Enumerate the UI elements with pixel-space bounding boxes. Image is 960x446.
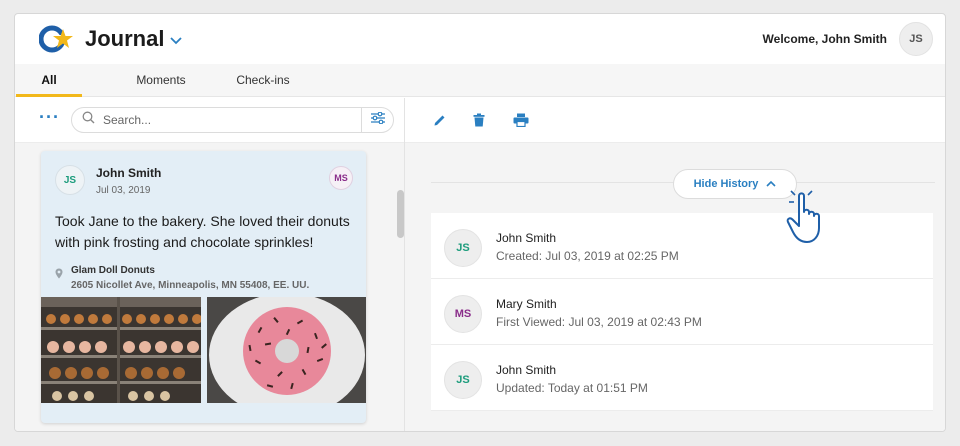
feed-scrollbar[interactable]	[397, 190, 404, 238]
feed-list: JS John Smith Jul 03, 2019 MS Took Jane …	[15, 143, 404, 431]
history-user-name: Mary Smith	[496, 297, 557, 311]
location-name: Glam Doll Donuts	[71, 265, 155, 276]
app-logo	[38, 24, 77, 54]
photo-donut-display-case[interactable]	[41, 297, 202, 403]
history-user-name: John Smith	[496, 231, 557, 245]
filter-button[interactable]	[361, 107, 393, 133]
search-input[interactable]	[103, 113, 323, 127]
print-icon[interactable]	[513, 110, 553, 130]
pointer-hand-icon	[785, 190, 837, 251]
welcome-text: Welcome, John Smith	[762, 32, 887, 46]
chevron-down-icon[interactable]	[170, 33, 183, 48]
author-avatar: JS	[55, 165, 85, 195]
app-title[interactable]: Journal	[85, 26, 164, 52]
entry-detail-pane: Hide History JS John Smith Created: Jul …	[405, 98, 945, 431]
entry-date: Jul 03, 2019	[96, 185, 151, 196]
location-address: 2605 Nicollet Ave, Minneapolis, MN 55408…	[71, 280, 310, 291]
author-name: John Smith	[96, 166, 162, 180]
search-box	[71, 107, 394, 133]
chevron-up-icon	[766, 179, 776, 190]
history-event-detail: First Viewed: Jul 03, 2019 at 02:43 PM	[496, 315, 702, 329]
sliders-icon	[370, 111, 385, 129]
trash-icon[interactable]	[473, 110, 513, 130]
history-item: JS John Smith Updated: Today at 01:51 PM	[431, 345, 933, 411]
history-event-detail: Created: Jul 03, 2019 at 02:25 PM	[496, 249, 679, 263]
entry-text: Took Jane to the bakery. She loved their…	[55, 213, 350, 250]
hide-history-button[interactable]: Hide History	[673, 169, 797, 199]
journal-feed-pane: ··· Search... JS John Smith Jul 03, 2019…	[15, 98, 405, 431]
app-header: Journal Welcome, John Smith JS	[15, 14, 945, 64]
history-avatar: JS	[444, 229, 482, 267]
journal-entry-card[interactable]: JS John Smith Jul 03, 2019 MS Took Jane …	[41, 151, 366, 423]
app-window: Journal Welcome, John Smith JS All Momen…	[14, 13, 946, 432]
history-user-name: John Smith	[496, 363, 557, 377]
history-event-detail: Updated: Today at 01:51 PM	[496, 381, 648, 395]
tab-bar: All Moments Check-ins	[15, 64, 945, 97]
history-list: JS John Smith Created: Jul 03, 2019 at 0…	[431, 213, 933, 411]
hide-history-label: Hide History	[693, 178, 759, 190]
photo-pink-donut[interactable]	[207, 293, 366, 417]
tab-all[interactable]: All	[16, 64, 82, 97]
history-avatar: MS	[444, 295, 482, 333]
user-avatar[interactable]: JS	[899, 22, 933, 56]
edit-icon[interactable]	[433, 110, 473, 130]
shared-with-avatar[interactable]: MS	[329, 166, 353, 190]
history-item: MS Mary Smith First Viewed: Jul 03, 2019…	[431, 279, 933, 345]
detail-toolbar	[405, 98, 945, 143]
tab-moments[interactable]: Moments	[110, 64, 212, 96]
history-avatar: JS	[444, 361, 482, 399]
tab-check-ins[interactable]: Check-ins	[224, 64, 302, 96]
location-pin-icon	[55, 266, 63, 284]
history-item: JS John Smith Created: Jul 03, 2019 at 0…	[431, 213, 933, 279]
search-icon	[82, 111, 95, 129]
more-options-icon[interactable]: ···	[39, 107, 61, 128]
feed-toolbar: ···	[15, 98, 404, 143]
